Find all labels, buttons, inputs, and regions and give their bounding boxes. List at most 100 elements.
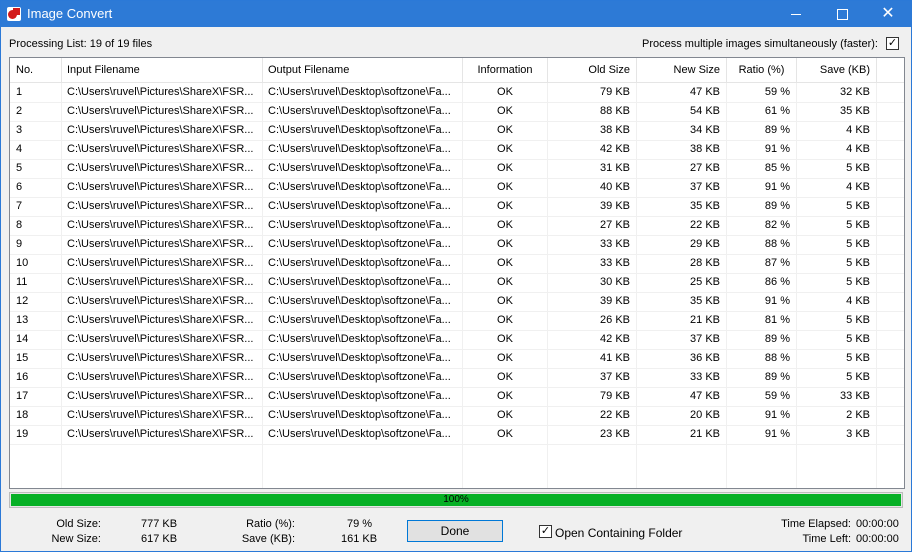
cell-no: 12 (10, 292, 62, 311)
open-folder-label[interactable]: Open Containing Folder (555, 526, 682, 540)
table-row[interactable]: 15 C:\Users\ruvel\Pictures\ShareX\FSR... C… (10, 349, 904, 369)
close-icon: ✕ (881, 5, 895, 22)
cell-output-filename: C:\Users\ruvel\Desktop\softzone\Fa... (263, 121, 463, 140)
minimize-button[interactable] (773, 1, 819, 27)
cell-save: 35 KB (797, 102, 877, 121)
column-header-input[interactable]: Input Filename (62, 58, 263, 82)
table-row[interactable]: 9 C:\Users\ruvel\Pictures\ShareX\FSR... C:… (10, 235, 904, 255)
cell-input-filename: C:\Users\ruvel\Pictures\ShareX\FSR... (62, 425, 263, 444)
cell-input-filename: C:\Users\ruvel\Pictures\ShareX\FSR... (62, 235, 263, 254)
cell-old-size: 79 KB (548, 83, 637, 102)
cell-old-size: 41 KB (548, 349, 637, 368)
cell-input-filename: C:\Users\ruvel\Pictures\ShareX\FSR... (62, 83, 263, 102)
list-header: No. Input Filename Output Filename Infor… (10, 58, 904, 83)
cell-information: OK (463, 330, 548, 349)
table-row[interactable]: 4 C:\Users\ruvel\Pictures\ShareX\FSR... C:… (10, 140, 904, 160)
maximize-button[interactable] (819, 1, 865, 27)
column-divider (61, 444, 62, 488)
cell-information: OK (463, 254, 548, 273)
cell-new-size: 38 KB (637, 140, 727, 159)
table-row[interactable]: 8 C:\Users\ruvel\Pictures\ShareX\FSR... C:… (10, 216, 904, 236)
cell-new-size: 33 KB (637, 368, 727, 387)
table-row[interactable]: 6 C:\Users\ruvel\Pictures\ShareX\FSR... C:… (10, 178, 904, 198)
cell-information: OK (463, 159, 548, 178)
cell-input-filename: C:\Users\ruvel\Pictures\ShareX\FSR... (62, 406, 263, 425)
multi-process-checkbox[interactable]: ✓ (886, 37, 899, 50)
cell-output-filename: C:\Users\ruvel\Desktop\softzone\Fa... (263, 197, 463, 216)
cell-ratio: 91 % (727, 425, 797, 444)
table-row[interactable]: 7 C:\Users\ruvel\Pictures\ShareX\FSR... C:… (10, 197, 904, 217)
cell-information: OK (463, 273, 548, 292)
cell-ratio: 91 % (727, 292, 797, 311)
cell-ratio: 88 % (727, 349, 797, 368)
cell-ratio: 91 % (727, 406, 797, 425)
table-row[interactable]: 3 C:\Users\ruvel\Pictures\ShareX\FSR... C:… (10, 121, 904, 141)
time-elapsed-value: 00:00:00 (856, 518, 899, 530)
table-row[interactable]: 14 C:\Users\ruvel\Pictures\ShareX\FSR... C… (10, 330, 904, 350)
cell-old-size: 79 KB (548, 387, 637, 406)
table-row[interactable]: 19 C:\Users\ruvel\Pictures\ShareX\FSR... C… (10, 425, 904, 445)
processing-list-label: Processing List: 19 of 19 files (9, 38, 153, 50)
title-bar[interactable]: Image Convert ✕ (1, 1, 911, 27)
cell-output-filename: C:\Users\ruvel\Desktop\softzone\Fa... (263, 406, 463, 425)
cell-input-filename: C:\Users\ruvel\Pictures\ShareX\FSR... (62, 368, 263, 387)
cell-input-filename: C:\Users\ruvel\Pictures\ShareX\FSR... (62, 387, 263, 406)
cell-new-size: 28 KB (637, 254, 727, 273)
cell-new-size: 27 KB (637, 159, 727, 178)
cell-old-size: 37 KB (548, 368, 637, 387)
cell-input-filename: C:\Users\ruvel\Pictures\ShareX\FSR... (62, 330, 263, 349)
done-button[interactable]: Done (407, 520, 503, 542)
cell-output-filename: C:\Users\ruvel\Desktop\softzone\Fa... (263, 178, 463, 197)
cell-old-size: 88 KB (548, 102, 637, 121)
table-row[interactable]: 5 C:\Users\ruvel\Pictures\ShareX\FSR... C:… (10, 159, 904, 179)
table-row[interactable]: 17 C:\Users\ruvel\Pictures\ShareX\FSR... C… (10, 387, 904, 407)
cell-old-size: 27 KB (548, 216, 637, 235)
save-value: 161 KB (341, 533, 378, 545)
cell-save: 5 KB (797, 197, 877, 216)
open-folder-checkbox[interactable]: ✓ (539, 525, 552, 538)
cell-new-size: 20 KB (637, 406, 727, 425)
cell-information: OK (463, 235, 548, 254)
cell-save: 3 KB (797, 425, 877, 444)
column-header-old-size[interactable]: Old Size (548, 58, 637, 82)
column-header-output[interactable]: Output Filename (263, 58, 463, 82)
column-header-information[interactable]: Information (463, 58, 548, 82)
file-list[interactable]: No. Input Filename Output Filename Infor… (9, 57, 905, 489)
close-button[interactable]: ✕ (865, 1, 911, 27)
column-header-new-size[interactable]: New Size (637, 58, 727, 82)
cell-ratio: 59 % (727, 387, 797, 406)
cell-ratio: 81 % (727, 311, 797, 330)
table-row[interactable]: 2 C:\Users\ruvel\Pictures\ShareX\FSR... C:… (10, 102, 904, 122)
cell-no: 14 (10, 330, 62, 349)
cell-old-size: 42 KB (548, 330, 637, 349)
cell-output-filename: C:\Users\ruvel\Desktop\softzone\Fa... (263, 273, 463, 292)
table-row[interactable]: 10 C:\Users\ruvel\Pictures\ShareX\FSR... C… (10, 254, 904, 274)
cell-output-filename: C:\Users\ruvel\Desktop\softzone\Fa... (263, 102, 463, 121)
cell-new-size: 21 KB (637, 425, 727, 444)
minimize-icon (791, 14, 801, 15)
column-header-no[interactable]: No. (10, 58, 62, 82)
column-divider (462, 444, 463, 488)
table-row[interactable]: 18 C:\Users\ruvel\Pictures\ShareX\FSR... C… (10, 406, 904, 426)
cell-input-filename: C:\Users\ruvel\Pictures\ShareX\FSR... (62, 102, 263, 121)
cell-ratio: 59 % (727, 83, 797, 102)
column-header-save[interactable]: Save (KB) (797, 58, 877, 82)
cell-new-size: 35 KB (637, 292, 727, 311)
table-row[interactable]: 12 C:\Users\ruvel\Pictures\ShareX\FSR... C… (10, 292, 904, 312)
cell-input-filename: C:\Users\ruvel\Pictures\ShareX\FSR... (62, 197, 263, 216)
table-row[interactable]: 11 C:\Users\ruvel\Pictures\ShareX\FSR... C… (10, 273, 904, 293)
cell-input-filename: C:\Users\ruvel\Pictures\ShareX\FSR... (62, 159, 263, 178)
cell-input-filename: C:\Users\ruvel\Pictures\ShareX\FSR... (62, 216, 263, 235)
table-row[interactable]: 16 C:\Users\ruvel\Pictures\ShareX\FSR... C… (10, 368, 904, 388)
cell-no: 16 (10, 368, 62, 387)
new-size-value: 617 KB (141, 533, 178, 545)
cell-no: 13 (10, 311, 62, 330)
maximize-icon (837, 9, 848, 20)
table-row[interactable]: 1 C:\Users\ruvel\Pictures\ShareX\FSR... C:… (10, 83, 904, 103)
cell-save: 5 KB (797, 235, 877, 254)
column-header-ratio[interactable]: Ratio (%) (727, 58, 797, 82)
cell-save: 5 KB (797, 349, 877, 368)
cell-old-size: 38 KB (548, 121, 637, 140)
cell-ratio: 89 % (727, 197, 797, 216)
table-row[interactable]: 13 C:\Users\ruvel\Pictures\ShareX\FSR... C… (10, 311, 904, 331)
